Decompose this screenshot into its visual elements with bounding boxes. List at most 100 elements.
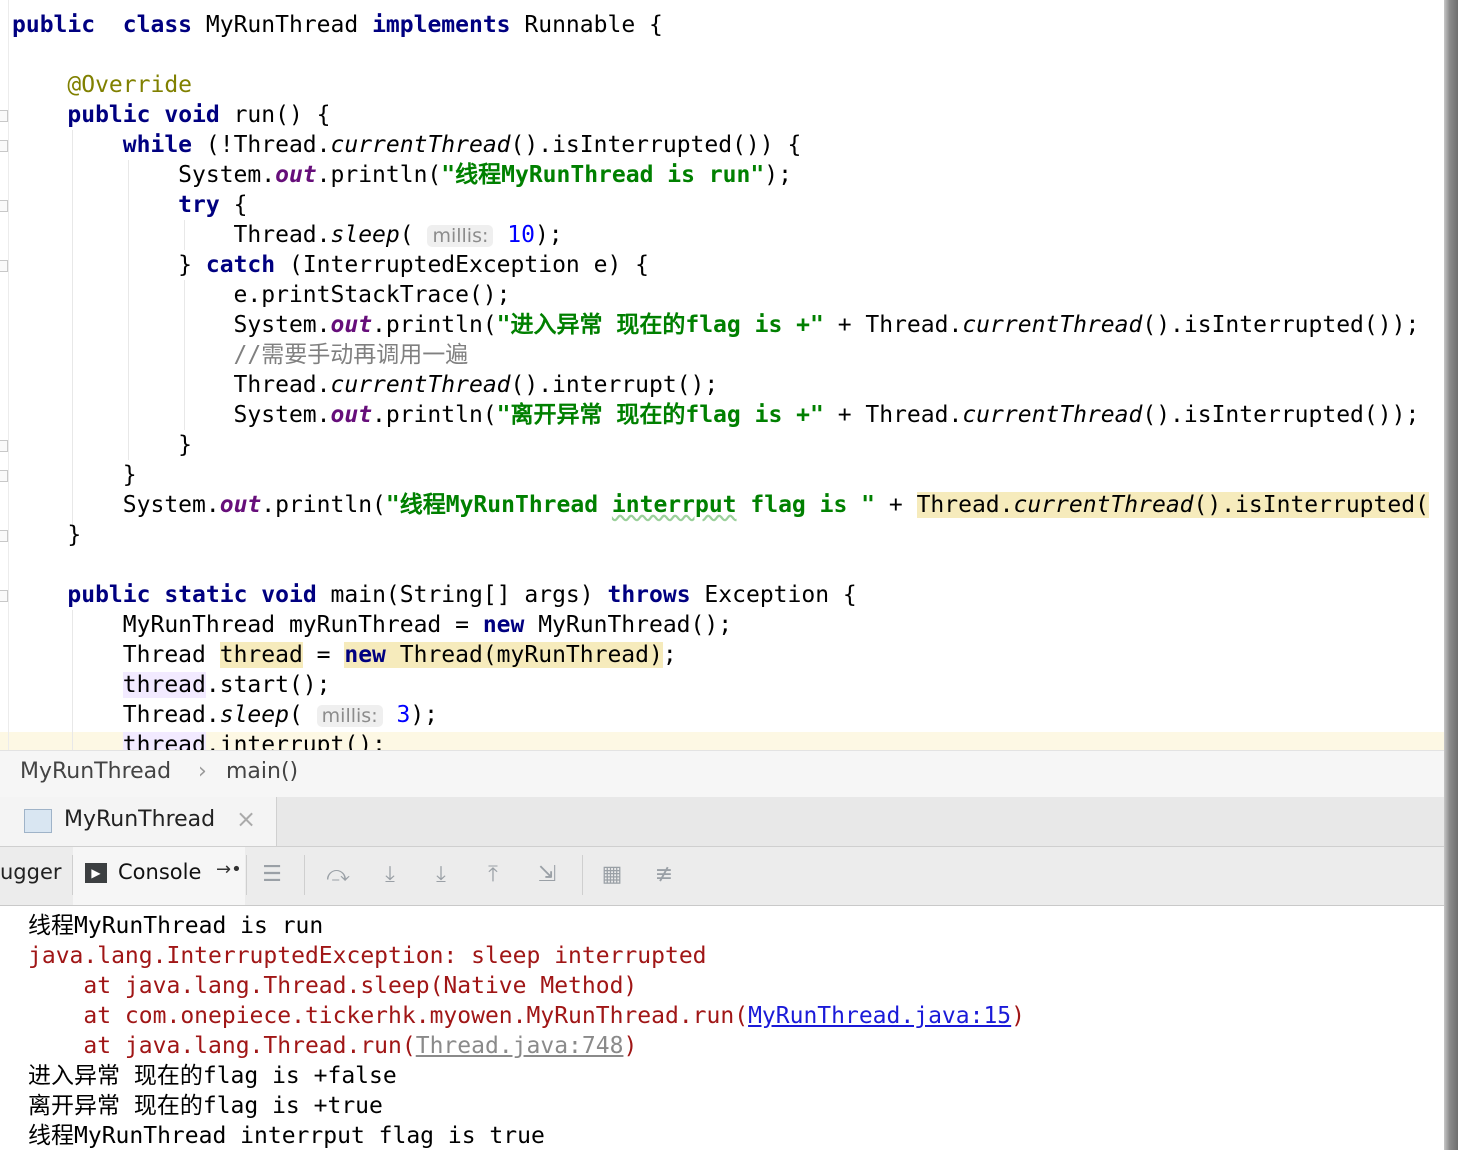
code-token: ().isInterrupted()); (1142, 402, 1420, 428)
fold-marker-icon[interactable] (0, 590, 8, 602)
code-line: try { (12, 190, 247, 220)
code-line: while (!Thread.currentThread().isInterru… (12, 130, 802, 160)
code-token: void (164, 102, 220, 128)
editor-gutter (0, 0, 9, 750)
code-token: (InterruptedException e) { (275, 252, 649, 278)
code-line: public class MyRunThread implements Runn… (12, 10, 663, 40)
tab-console[interactable]: ▶ Console →• (73, 847, 245, 905)
evaluate-expression-icon[interactable]: ▦ (595, 858, 629, 892)
code-token: currentThread (962, 312, 1143, 338)
code-token: new (344, 642, 386, 668)
code-token: ( (399, 222, 428, 248)
source-link[interactable]: MyRunThread.java:15 (748, 1003, 1011, 1029)
window-edge-scrollbar[interactable] (1444, 0, 1458, 1150)
code-line: } (12, 430, 192, 460)
code-line: Thread.sleep( millis: 3); (12, 700, 438, 730)
code-token: ); (764, 162, 792, 188)
code-token: out (219, 492, 262, 518)
restore-layout-icon[interactable]: →• (216, 859, 242, 880)
fold-marker-icon[interactable] (0, 200, 8, 212)
console-icon: ▶ (85, 863, 107, 883)
code-token: e.printStackTrace(); (12, 282, 511, 308)
code-line: //需要手动再调用一遍 (12, 340, 469, 370)
code-token: MyRunThread myRunThread = (12, 612, 483, 638)
code-token: currentThread (1013, 492, 1194, 518)
step-into-icon[interactable]: ⤓ (373, 858, 407, 892)
fold-marker-icon[interactable] (0, 530, 8, 542)
console-line: at java.lang.Thread.run(Thread.java:748) (28, 1031, 637, 1061)
code-token: ().interrupt(); (510, 372, 719, 398)
fold-marker-icon[interactable] (0, 470, 8, 482)
code-token: run() { (219, 102, 331, 128)
console-line: 线程MyRunThread is run (28, 911, 323, 941)
code-token: thread (122, 732, 206, 750)
code-token: thread (122, 672, 206, 698)
tab-debugger[interactable]: ugger (0, 860, 62, 884)
code-token: ( (288, 702, 317, 728)
code-token: //需要手动再调用一遍 (12, 342, 469, 368)
step-over-icon[interactable]: ⤼ (321, 858, 355, 892)
code-editor[interactable]: public class MyRunThread implements Runn… (0, 0, 1444, 750)
code-line: System.out.println("线程MyRunThread interr… (12, 490, 1429, 520)
step-out-icon[interactable]: ⤒ (476, 858, 510, 892)
code-token: Thread. (12, 372, 331, 398)
code-token: System. (12, 492, 220, 518)
console-line: java.lang.InterruptedException: sleep in… (28, 941, 707, 971)
code-token: throws (607, 582, 691, 608)
code-token: "线程MyRunThread is run" (441, 162, 765, 188)
force-step-into-icon[interactable]: ⤓ (424, 858, 458, 892)
console-output[interactable]: 线程MyRunThread is run java.lang.Interrupte… (0, 906, 1444, 1150)
code-token: Thread(myRunThread) (385, 642, 663, 668)
code-token: new (482, 612, 525, 638)
code-token: } (12, 462, 137, 488)
close-icon[interactable]: × (236, 805, 256, 833)
code-token: } (12, 432, 193, 458)
breadcrumb: MyRunThread › main() (0, 750, 1444, 798)
console-line: 离开异常 现在的flag is +true (28, 1091, 383, 1121)
fold-marker-icon[interactable] (0, 140, 8, 152)
tab-myrunthread[interactable]: MyRunThread × (0, 797, 277, 846)
code-token: Runnable { (510, 12, 663, 38)
fold-marker-icon[interactable] (0, 110, 8, 122)
code-token: catch (205, 252, 276, 278)
code-line: Thread thread = new Thread(myRunThread); (12, 640, 677, 670)
source-link[interactable]: Thread.java:748 (416, 1033, 624, 1059)
code-token: ; (662, 642, 677, 668)
code-token: } (12, 522, 82, 548)
code-token: out (275, 162, 317, 188)
breadcrumb-method[interactable]: main() (226, 759, 298, 784)
code-token: at java.lang.Thread.run( (28, 1033, 416, 1059)
code-token: public (67, 582, 151, 608)
fold-marker-icon[interactable] (0, 440, 8, 452)
code-token: Exception { (690, 582, 857, 608)
code-token: .println( (316, 162, 442, 188)
run-to-cursor-icon[interactable]: ⇲ (530, 858, 564, 892)
code-line: System.out.println("离开异常 现在的flag is +" +… (12, 400, 1420, 430)
code-token: 线程MyRunThread is run (28, 913, 324, 939)
code-token: out (330, 312, 373, 338)
code-token: while (122, 132, 193, 158)
code-token: public (12, 12, 96, 38)
code-token: Thread. (12, 222, 331, 248)
menu-icon[interactable]: ☰ (255, 858, 289, 892)
code-token: static (164, 582, 248, 608)
code-token: + (875, 492, 917, 518)
code-token: .println( (372, 312, 497, 338)
code-token: ) (1011, 1003, 1026, 1029)
fold-marker-icon[interactable] (0, 260, 8, 272)
code-token: + Thread. (823, 312, 963, 338)
breadcrumb-class[interactable]: MyRunThread (20, 759, 171, 784)
console-line: 线程MyRunThread interrput flag is true (28, 1121, 545, 1150)
code-token: (!Thread. (192, 132, 331, 158)
console-tab-label: Console (118, 860, 202, 884)
breadcrumb-separator: › (198, 759, 207, 784)
trace-icon[interactable]: ≢ (647, 858, 681, 892)
code-line: Thread.currentThread().interrupt(); (12, 370, 719, 400)
code-token: thread (219, 642, 303, 668)
code-line: } catch (InterruptedException e) { (12, 250, 649, 280)
code-line: System.out.println("进入异常 现在的flag is +" +… (12, 310, 1420, 340)
